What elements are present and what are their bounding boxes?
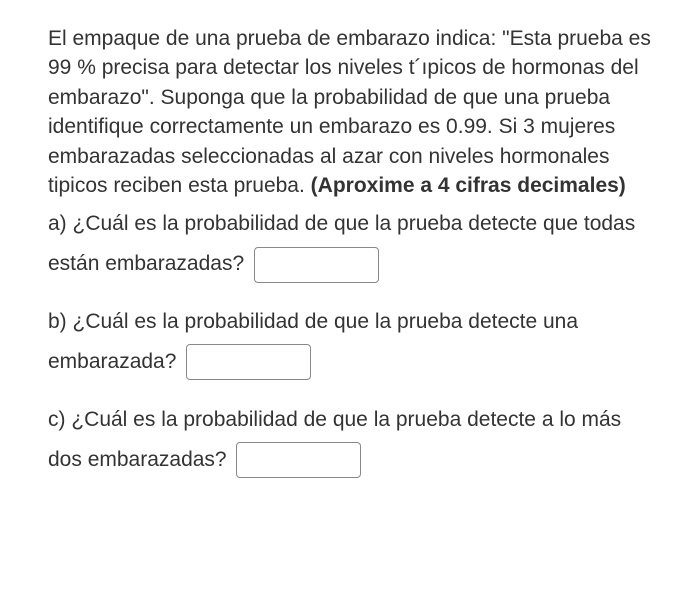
part-c: c) ¿Cuál es la probabilidad de que la pr… (48, 400, 660, 480)
stem-text: El empaque de una prueba de embarazo ind… (48, 27, 651, 197)
part-a-input[interactable] (254, 247, 379, 283)
part-b-text: b) ¿Cuál es la probabilidad de que la pr… (48, 310, 578, 373)
part-b-input[interactable] (186, 344, 311, 380)
part-c-input[interactable] (236, 442, 361, 478)
question-stem: El empaque de una prueba de embarazo ind… (48, 24, 660, 200)
stem-bold: (Aproxime a 4 cifras decimales) (311, 174, 626, 197)
part-a: a) ¿Cuál es la probabilidad de que la pr… (48, 204, 660, 284)
part-b: b) ¿Cuál es la probabilidad de que la pr… (48, 302, 660, 382)
